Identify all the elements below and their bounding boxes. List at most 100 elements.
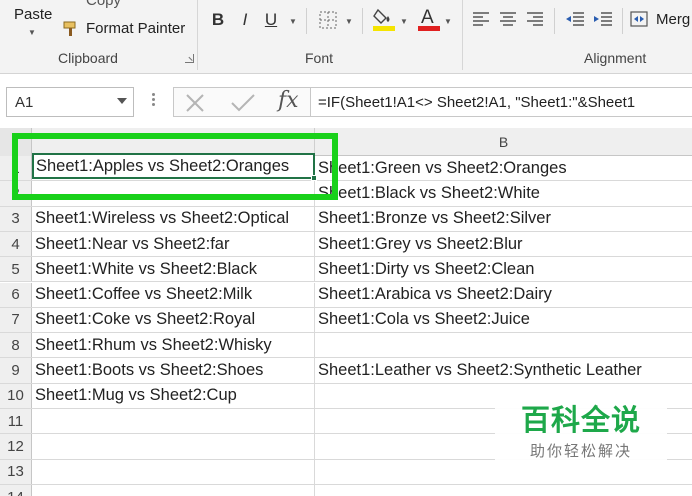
cell-a[interactable]: Sheet1:Near vs Sheet2:far (32, 231, 315, 257)
formula-bar: A1 fx =IF(Sheet1!A1<> Sheet2!A1, "Sheet1… (0, 74, 692, 128)
formula-input[interactable]: =IF(Sheet1!A1<> Sheet2!A1, "Sheet1:"&She… (311, 87, 692, 117)
more-options-icon[interactable] (150, 91, 156, 111)
small-divider (622, 8, 623, 34)
row-header[interactable]: 12 (0, 434, 32, 459)
row-header[interactable]: 8 (0, 333, 32, 358)
row-header[interactable]: 9 (0, 358, 32, 383)
cell-a[interactable] (32, 484, 315, 496)
row-header[interactable]: 10 (0, 383, 32, 408)
format-painter-button[interactable]: Format Painter (62, 18, 192, 40)
underline-dropdown-icon[interactable]: ▼ (289, 17, 297, 26)
column-header-b[interactable]: B (315, 128, 692, 156)
cell-a[interactable] (32, 409, 315, 434)
small-divider (362, 8, 363, 34)
underline-button[interactable]: U (262, 8, 280, 32)
row-header[interactable]: 7 (0, 307, 32, 333)
column-header-a[interactable]: A (32, 128, 315, 156)
active-cell-a1[interactable]: Sheet1:Apples vs Sheet2:Oranges (32, 153, 317, 181)
cell-a[interactable]: Sheet1:Rhum vs Sheet2:Whisky (32, 333, 315, 358)
name-box[interactable]: A1 (6, 87, 134, 117)
formula-controls: fx (173, 87, 311, 117)
alignment-group-label: Alignment (584, 50, 647, 66)
small-divider (306, 8, 307, 34)
font-group-label: Font (305, 50, 334, 66)
cancel-icon[interactable] (184, 93, 206, 113)
cell-b[interactable]: Sheet1:Arabica vs Sheet2:Dairy (315, 283, 692, 307)
cell-b[interactable]: Sheet1:Dirty vs Sheet2:Clean (315, 257, 692, 281)
watermark-subtitle: 助你轻松解决 (529, 442, 632, 460)
cell-a[interactable]: Sheet1:White vs Sheet2:Black (32, 257, 315, 282)
italic-button[interactable]: I (236, 8, 254, 32)
font-color-swatch (418, 26, 440, 31)
fill-handle[interactable] (311, 175, 317, 181)
cell-a[interactable]: Sheet1:Coke vs Sheet2:Royal (32, 307, 315, 333)
group-divider (197, 0, 198, 70)
align-right-icon[interactable] (526, 11, 544, 27)
name-box-value: A1 (15, 94, 34, 111)
fill-color-icon[interactable] (372, 6, 396, 32)
bold-button[interactable]: B (208, 8, 228, 32)
cell-b[interactable]: Sheet1:Bronze vs Sheet2:Silver (315, 207, 692, 231)
cell-a[interactable] (32, 459, 315, 484)
increase-indent-icon[interactable] (593, 11, 613, 27)
cell-b[interactable]: Sheet1:Grey vs Sheet2:Blur (315, 232, 692, 256)
select-all-corner[interactable] (0, 128, 32, 156)
merge-icon (630, 10, 648, 28)
row-header[interactable]: 2 (0, 181, 32, 206)
cell-a[interactable] (32, 181, 315, 206)
row-header[interactable]: 14 (0, 484, 32, 496)
table-row: 5 Sheet1:White vs Sheet2:Black Sheet1:Dirt… (0, 257, 692, 283)
cell-a[interactable] (32, 434, 315, 459)
cell-b[interactable]: Sheet1:Cola vs Sheet2:Juice (315, 308, 692, 332)
row-header[interactable]: 4 (0, 231, 32, 257)
small-divider (554, 8, 555, 34)
cell-b[interactable]: Sheet1:Black vs Sheet2:White (315, 181, 692, 205)
merge-label: Merg (656, 11, 691, 28)
active-cell-text: Sheet1:Apples vs Sheet2:Oranges (36, 157, 290, 175)
merge-center-button[interactable]: Merg (630, 6, 692, 34)
cell-b[interactable] (315, 333, 692, 357)
watermark: 百科全说 助你轻松解决 (495, 385, 667, 469)
insert-function-icon[interactable]: fx (278, 88, 299, 113)
font-color-dropdown-icon[interactable]: ▼ (444, 17, 452, 26)
cell-b[interactable]: Sheet1:Green vs Sheet2:Oranges (315, 156, 692, 180)
paste-button[interactable]: Paste ▼ (0, 0, 56, 44)
enter-checkmark-icon[interactable] (230, 93, 256, 113)
group-divider (462, 0, 463, 70)
cell-a[interactable]: Sheet1:Boots vs Sheet2:Shoes (32, 358, 315, 383)
align-center-icon[interactable] (499, 11, 517, 27)
formula-text: =IF(Sheet1!A1<> Sheet2!A1, "Sheet1:"&She… (318, 94, 636, 111)
copy-button[interactable]: Copy (62, 0, 152, 12)
cell-a[interactable]: Sheet1:Mug vs Sheet2:Cup (32, 383, 315, 408)
clipboard-group-label: Clipboard (58, 50, 118, 66)
align-left-icon[interactable] (472, 11, 490, 27)
clipboard-dialog-launcher-icon[interactable] (185, 54, 194, 63)
cell-b[interactable]: Sheet1:Leather vs Sheet2:Synthetic Leath… (315, 358, 692, 382)
decrease-indent-icon[interactable] (565, 11, 585, 27)
name-box-dropdown-icon[interactable] (117, 98, 127, 104)
table-row: 2 Sheet1:Black vs Sheet2:White (0, 181, 692, 207)
watermark-logo: 百科全说 (520, 403, 641, 437)
paintbrush-icon (62, 20, 80, 38)
paste-dropdown-icon: ▼ (28, 28, 36, 37)
table-row: 3 Sheet1:Wireless vs Sheet2:Optical Sheet1… (0, 206, 692, 232)
row-header[interactable]: 6 (0, 282, 32, 307)
row-header[interactable]: 11 (0, 409, 32, 434)
paste-label: Paste (14, 6, 53, 23)
borders-dropdown-icon[interactable]: ▼ (345, 17, 353, 26)
font-color-button[interactable]: A (418, 6, 440, 34)
copy-label: Copy (86, 0, 122, 9)
table-row: 8 Sheet1:Rhum vs Sheet2:Whisky (0, 333, 692, 359)
row-header[interactable]: 5 (0, 257, 32, 282)
cell-a[interactable]: Sheet1:Wireless vs Sheet2:Optical (32, 206, 315, 231)
table-row: 6 Sheet1:Coffee vs Sheet2:Milk Sheet1:Arab… (0, 282, 692, 308)
fill-color-dropdown-icon[interactable]: ▼ (400, 17, 408, 26)
row-header[interactable]: 13 (0, 459, 32, 484)
table-row: 14 (0, 484, 692, 496)
cell-b[interactable] (315, 485, 692, 496)
borders-icon[interactable] (318, 10, 338, 30)
row-header[interactable]: 3 (0, 206, 32, 231)
row-header[interactable]: 1 (0, 156, 32, 181)
cell-a[interactable]: Sheet1:Coffee vs Sheet2:Milk (32, 282, 315, 307)
ribbon: Paste ▼ Copy Format Painter Clipboard B … (0, 0, 692, 74)
